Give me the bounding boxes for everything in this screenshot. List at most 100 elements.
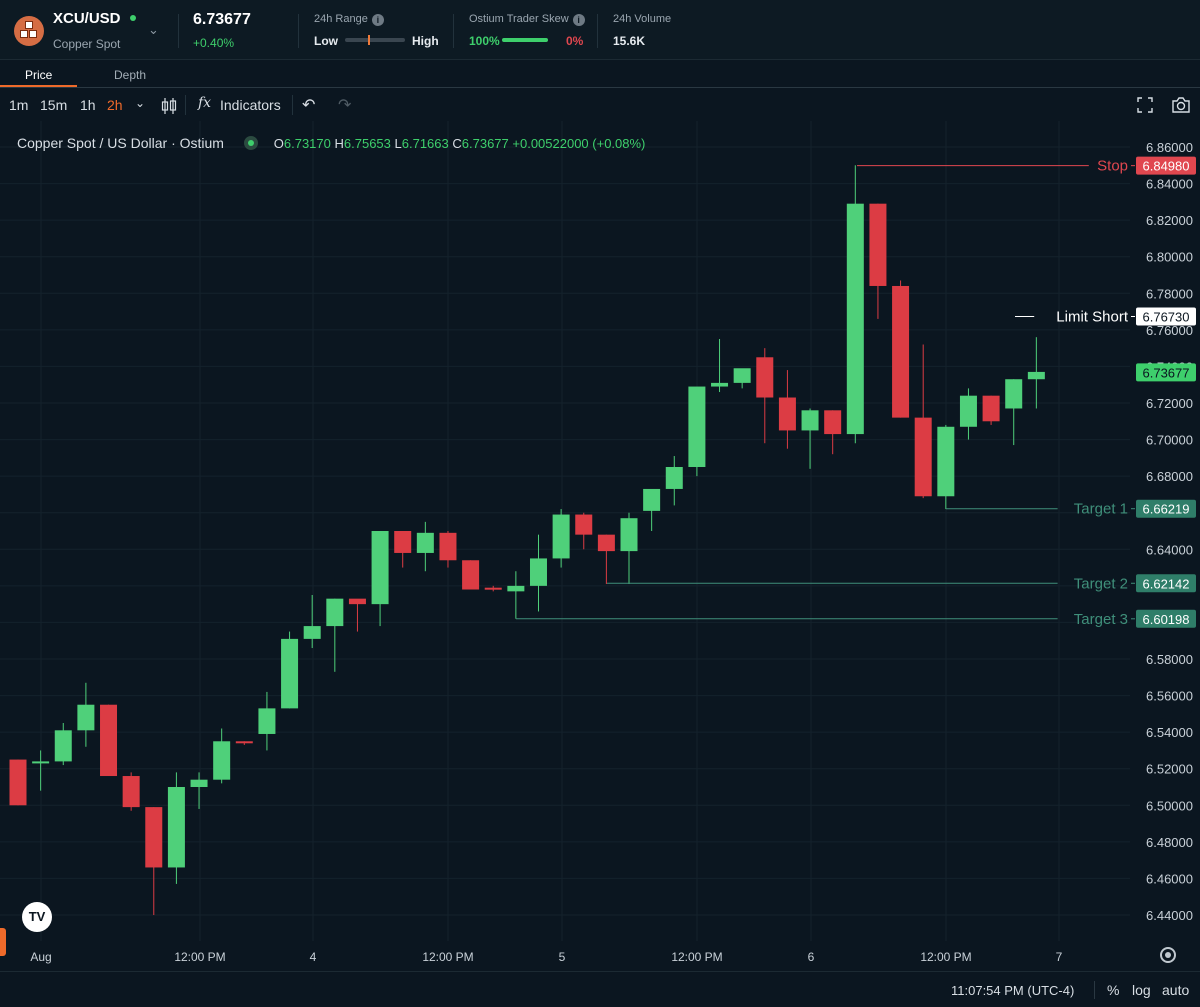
candle-body[interactable] (552, 514, 570, 559)
tradingview-logo[interactable]: TV (22, 902, 52, 932)
candle-body[interactable] (778, 397, 796, 431)
candlestick-chart[interactable]: 6.860006.840006.820006.800006.780006.760… (0, 121, 1200, 971)
settings-gear-icon[interactable] (1160, 947, 1176, 963)
candlestick-type-icon[interactable] (161, 97, 177, 115)
clock-timezone[interactable]: 11:07:54 PM (UTC-4) (951, 983, 1074, 998)
copper-asset-icon[interactable] (14, 16, 44, 46)
timeline-handle[interactable] (0, 928, 6, 956)
candle-body[interactable] (145, 807, 163, 868)
y-tick-label: 6.82000 (1146, 213, 1193, 228)
ohlc-values: O6.73170 H6.75653 L6.71663 C6.73677 +0.0… (273, 136, 646, 151)
candle-body[interactable] (937, 426, 955, 497)
candle-body[interactable] (416, 532, 434, 553)
candle-body[interactable] (914, 417, 932, 497)
candle-body[interactable] (54, 730, 72, 762)
candle-body[interactable] (620, 518, 638, 552)
candle-body[interactable] (597, 534, 615, 552)
candle-body[interactable] (575, 514, 593, 535)
price-line-label: Limit Short (1056, 309, 1129, 326)
x-tick-label: 12:00 PM (422, 950, 473, 964)
candle-body[interactable] (1027, 371, 1045, 380)
candle-body[interactable] (733, 368, 751, 383)
indicators-button[interactable]: Indicators (220, 97, 281, 113)
volume-value: 15.6K (613, 34, 646, 48)
live-status-dot (130, 15, 136, 21)
candle-body[interactable] (688, 386, 706, 467)
symbol-label[interactable]: XCU/USD (53, 10, 121, 27)
price-chart[interactable]: 6.86000 6.84000 6.82000 6.80000 6.78000 6.760… (0, 121, 1200, 971)
candle-body[interactable] (665, 467, 683, 489)
divider (178, 14, 179, 48)
candle-body[interactable] (959, 395, 977, 427)
candle-body[interactable] (892, 285, 910, 418)
candle-body[interactable] (371, 531, 389, 605)
candle-body[interactable] (348, 598, 366, 605)
legend-change: +0.00522000 (+0.08%) (512, 136, 646, 151)
info-icon[interactable]: i (572, 14, 585, 26)
fullscreen-icon[interactable] (1137, 97, 1153, 113)
last-price-tag-value: 6.73677 (1143, 365, 1190, 380)
candle-body[interactable] (507, 585, 525, 592)
active-tab-underline (0, 85, 77, 87)
candle-body[interactable] (100, 704, 118, 777)
candle-body[interactable] (167, 787, 185, 868)
fx-icon[interactable]: fx (198, 95, 211, 111)
candle-body[interactable] (846, 203, 864, 435)
info-icon[interactable]: i (371, 14, 384, 26)
candle-body[interactable] (258, 708, 276, 734)
y-tick-label: 6.84000 (1146, 177, 1193, 192)
y-tick-label: 6.52000 (1146, 762, 1193, 777)
y-tick-label: 6.54000 (1146, 725, 1193, 740)
candle-body[interactable] (439, 532, 457, 561)
candle-body[interactable] (213, 741, 231, 780)
timeframe-15m[interactable]: 15m (40, 97, 67, 113)
candle-body[interactable] (32, 761, 50, 764)
range-marker (368, 35, 370, 45)
candle-body[interactable] (190, 779, 208, 787)
candle-body[interactable] (9, 759, 27, 806)
tab-price[interactable]: Price (25, 68, 52, 82)
candle-body[interactable] (122, 776, 140, 808)
candle-body[interactable] (281, 638, 299, 709)
candle-body[interactable] (77, 704, 95, 731)
y-tick-label: 6.50000 (1146, 798, 1193, 813)
timeframe-1h[interactable]: 1h (80, 97, 96, 113)
auto-scale-toggle[interactable]: auto (1162, 982, 1189, 998)
x-tick-label: 12:00 PM (920, 950, 971, 964)
percent-scale-toggle[interactable]: % (1107, 982, 1119, 998)
candle-body[interactable] (982, 395, 1000, 422)
candle-body[interactable] (1005, 379, 1023, 409)
timeframe-2h[interactable]: 2h (107, 97, 123, 113)
tab-depth[interactable]: Depth (114, 68, 146, 82)
timeframe-1m[interactable]: 1m (9, 97, 28, 113)
market-header: XCU/USD Copper Spot ⌄ 6.73677 +0.40% 24h… (0, 0, 1200, 60)
candle-body[interactable] (303, 626, 321, 639)
candle-body[interactable] (643, 488, 661, 511)
candle-body[interactable] (235, 741, 253, 744)
candle-body[interactable] (711, 382, 729, 387)
chart-legend: Copper Spot / US Dollar · Ostium O6.7317… (17, 135, 645, 151)
candle-body[interactable] (756, 357, 774, 398)
candle-body[interactable] (326, 598, 344, 627)
candle-body[interactable] (529, 558, 547, 586)
candle-body[interactable] (801, 410, 819, 431)
price-line-label: Target 2 (1074, 575, 1128, 592)
visibility-eye-icon[interactable] (243, 136, 258, 150)
candle-body[interactable] (869, 203, 887, 286)
undo-icon[interactable]: ↶ (302, 95, 315, 115)
camera-icon[interactable] (1171, 96, 1191, 114)
divider (185, 95, 186, 115)
candle-body[interactable] (484, 587, 502, 590)
chevron-down-icon[interactable]: ⌄ (148, 22, 159, 38)
skew-short: 0% (566, 34, 584, 48)
divider (298, 14, 299, 48)
y-tick-label: 6.78000 (1146, 286, 1193, 301)
chevron-down-icon[interactable]: ⌄ (135, 96, 145, 110)
log-scale-toggle[interactable]: log (1132, 982, 1151, 998)
skew-label: Ostium Trader Skew (469, 13, 569, 25)
candle-body[interactable] (824, 410, 842, 435)
price-line-label: Stop (1097, 158, 1128, 175)
x-tick-label: 6 (808, 950, 815, 964)
candle-body[interactable] (462, 560, 480, 590)
candle-body[interactable] (394, 531, 412, 553)
